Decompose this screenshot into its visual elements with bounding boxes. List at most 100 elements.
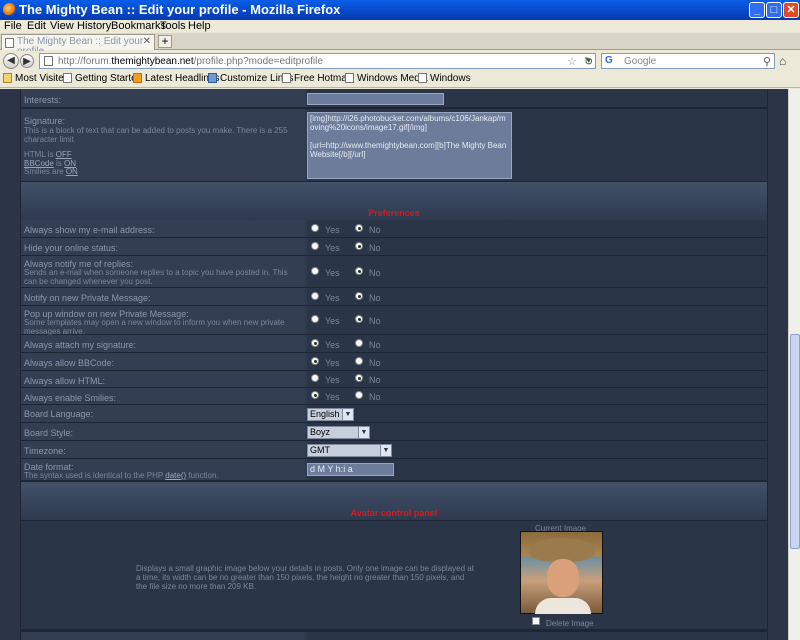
bookmark-windows-media[interactable]: Windows Media xyxy=(345,73,428,84)
yes-radio[interactable] xyxy=(311,357,319,365)
tab-close-icon[interactable]: ✕ xyxy=(143,36,151,47)
no-radio[interactable] xyxy=(355,357,363,365)
yes-radio[interactable] xyxy=(311,242,319,250)
next-row xyxy=(21,632,767,640)
board-style-select[interactable]: Boyz ▼ xyxy=(307,426,370,439)
signature-textarea[interactable]: [img]http://i26.photobucket.com/albums/c… xyxy=(307,112,512,179)
no-label: No xyxy=(369,392,381,402)
board-style-row: Board Style: xyxy=(21,423,767,440)
bookmark-getting-started[interactable]: Getting Started xyxy=(63,73,142,84)
page-icon xyxy=(5,38,14,48)
no-radio[interactable] xyxy=(355,374,363,382)
no-label: No xyxy=(369,316,381,326)
php-date-link[interactable]: date() xyxy=(165,471,186,480)
preference-label: Always allow HTML: xyxy=(24,376,106,386)
interests-input[interactable] xyxy=(307,93,444,105)
html-status: HTML is OFF xyxy=(24,150,72,159)
interests-label: Interests: xyxy=(24,95,62,105)
yes-radio[interactable] xyxy=(311,224,319,232)
firefox-icon xyxy=(3,3,16,16)
menu-view[interactable]: View xyxy=(50,20,74,32)
menu-bookmarks[interactable]: Bookmarks xyxy=(111,20,166,32)
no-radio[interactable] xyxy=(355,339,363,347)
preference-row: Always allow HTML: xyxy=(21,371,767,387)
menu-help[interactable]: Help xyxy=(188,20,211,32)
google-icon: G xyxy=(605,55,613,66)
preferences-header: Preferences xyxy=(21,182,767,220)
menu-bar: File Edit View History Bookmarks Tools H… xyxy=(0,20,800,33)
preference-row: Always attach my signature: xyxy=(21,335,767,352)
chevron-down-icon: ▼ xyxy=(342,409,353,420)
vertical-scrollbar[interactable] xyxy=(788,89,800,640)
yes-radio[interactable] xyxy=(311,339,319,347)
minimize-button[interactable]: _ xyxy=(749,2,765,18)
address-bar[interactable]: http://forum.themightybean.net/profile.p… xyxy=(39,53,596,69)
menu-tools[interactable]: Tools xyxy=(160,20,186,32)
preference-help: Some templates may open a new window to … xyxy=(24,318,285,336)
bookmark-most-visited[interactable]: Most Visited xyxy=(3,73,69,84)
window-title: The Mighty Bean :: Edit your profile - M… xyxy=(19,2,341,17)
forward-button[interactable]: ▶ xyxy=(20,54,34,68)
chevron-down-icon: ▼ xyxy=(358,427,369,438)
no-radio[interactable] xyxy=(355,242,363,250)
bookmark-free-hotmail[interactable]: Free Hotmail xyxy=(282,73,351,84)
bookmark-windows[interactable]: Windows xyxy=(418,73,471,84)
yes-radio[interactable] xyxy=(311,292,319,300)
avatar-header: Avatar control panel xyxy=(21,482,767,520)
bookmark-customize-links[interactable]: Customize Links xyxy=(208,73,293,84)
board-language-label: Board Language: xyxy=(24,409,94,419)
no-radio[interactable] xyxy=(355,224,363,232)
bookmark-latest-headlines[interactable]: Latest Headlines xyxy=(133,73,220,84)
bookmarks-bar: Most Visited Getting Started Latest Head… xyxy=(0,71,800,88)
search-placeholder: Google xyxy=(624,56,657,67)
board-language-select[interactable]: English ▼ xyxy=(307,408,354,421)
preference-row: Hide your online status: xyxy=(21,238,767,255)
avatar-image xyxy=(520,531,603,614)
no-label: No xyxy=(369,340,381,350)
page-icon xyxy=(44,56,53,66)
delete-image-checkbox[interactable] xyxy=(532,617,540,625)
yes-label: Yes xyxy=(325,392,340,402)
tab-edit-profile[interactable]: The Mighty Bean :: Edit your profile ✕ xyxy=(1,34,155,57)
page-icon xyxy=(282,73,291,83)
smilies-status: Smilies are ON xyxy=(24,167,78,176)
close-button[interactable]: ✕ xyxy=(783,2,799,18)
no-radio[interactable] xyxy=(355,267,363,275)
no-radio[interactable] xyxy=(355,292,363,300)
avatar-title: Avatar control panel xyxy=(350,508,438,518)
preference-help: Sends an e-mail when someone replies to … xyxy=(24,268,288,286)
no-radio[interactable] xyxy=(355,315,363,323)
board-language-row: Board Language: xyxy=(21,405,767,422)
no-label: No xyxy=(369,243,381,253)
date-format-input[interactable]: d M Y h:i a xyxy=(307,463,394,476)
yes-radio[interactable] xyxy=(311,315,319,323)
yes-label: Yes xyxy=(325,243,340,253)
reload-icon[interactable]: ↻ xyxy=(584,55,593,68)
maximize-button[interactable]: □ xyxy=(766,2,782,18)
search-icon[interactable]: ⚲ xyxy=(763,55,771,68)
preference-row: Notify on new Private Message: xyxy=(21,288,767,305)
profile-form: Interests: Signature: This is a block of… xyxy=(20,89,768,640)
preference-row: Always show my e-mail address: xyxy=(21,220,767,237)
bookmark-star-icon[interactable]: ☆ xyxy=(567,55,577,68)
board-style-label: Board Style: xyxy=(24,428,74,438)
timezone-select[interactable]: GMT ▼ xyxy=(307,444,392,457)
new-tab-button[interactable]: + xyxy=(158,35,172,48)
preferences-title: Preferences xyxy=(368,208,420,218)
no-radio[interactable] xyxy=(355,391,363,399)
navigation-bar: ◀ ▶ http://forum.themightybean.net/profi… xyxy=(0,51,800,71)
menu-history[interactable]: History xyxy=(77,20,111,32)
page-icon xyxy=(63,73,72,83)
back-button[interactable]: ◀ xyxy=(3,53,19,69)
yes-radio[interactable] xyxy=(311,391,319,399)
yes-label: Yes xyxy=(325,268,340,278)
home-icon[interactable]: ⌂ xyxy=(779,54,786,68)
yes-radio[interactable] xyxy=(311,374,319,382)
scrollbar-thumb[interactable] xyxy=(790,334,800,549)
search-input[interactable]: G Google ⚲ xyxy=(601,53,775,69)
chevron-down-icon: ▼ xyxy=(380,445,391,456)
yes-radio[interactable] xyxy=(311,267,319,275)
signature-label: Signature: xyxy=(24,116,66,126)
menu-file[interactable]: File xyxy=(4,20,22,32)
menu-edit[interactable]: Edit xyxy=(27,20,46,32)
